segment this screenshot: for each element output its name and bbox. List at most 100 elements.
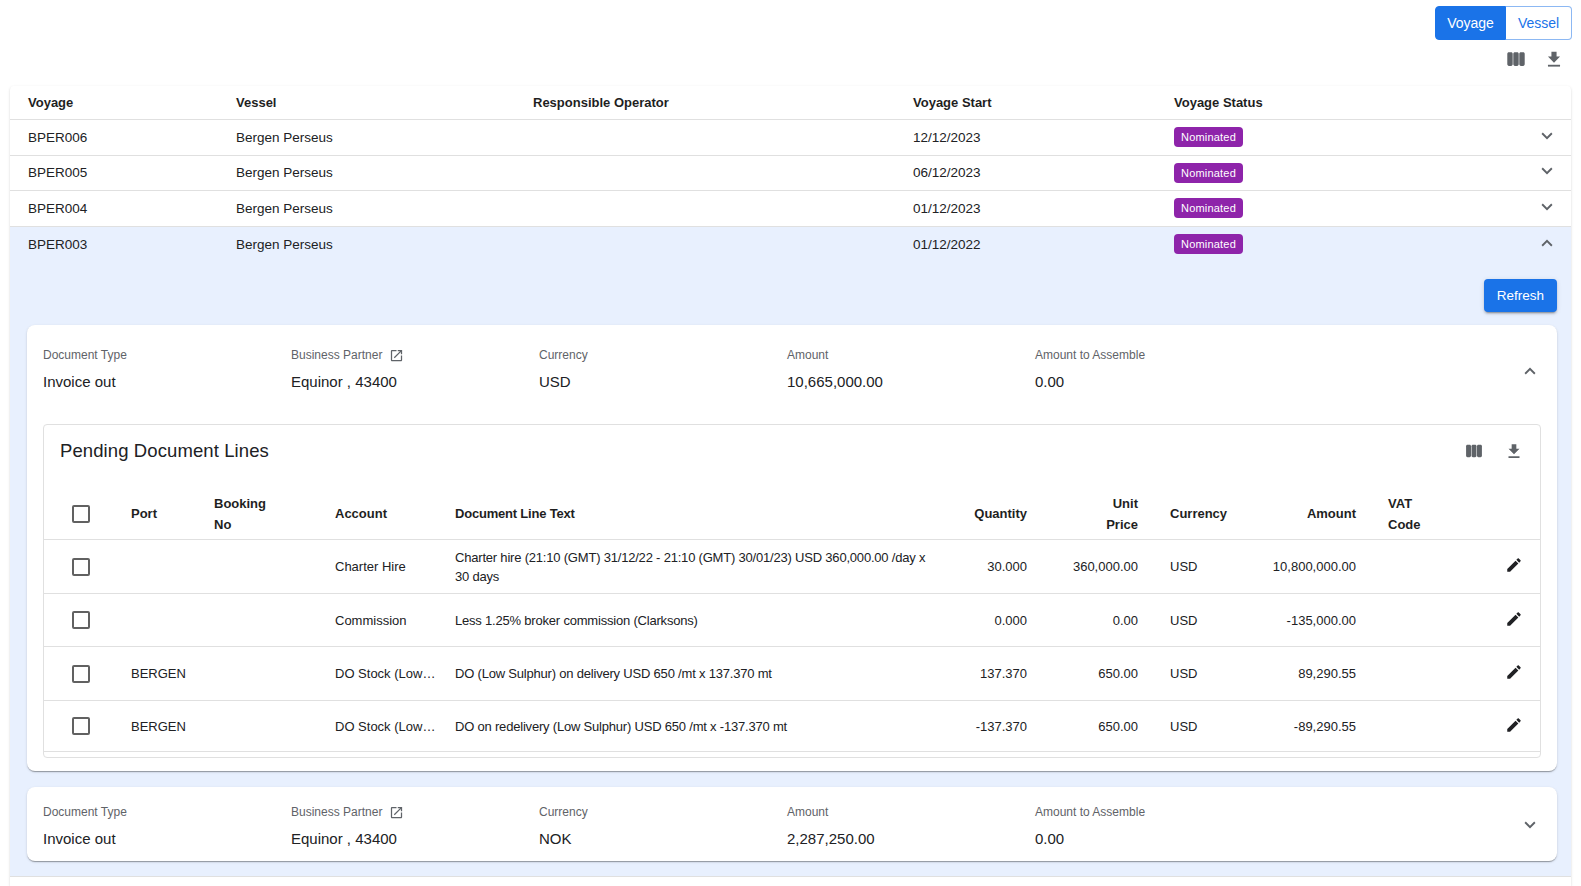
voyage-row-bper004[interactable]: BPER004 Bergen Perseus 01/12/2023 Nomina… (10, 191, 1571, 227)
line-text-cell: DO on redelivery (Low Sulphur) USD 650 /… (439, 717, 945, 736)
status-badge: Nominated (1174, 127, 1243, 147)
field-label: Document Type (43, 347, 291, 363)
field-currency: Currency USD (539, 347, 787, 392)
vessel-name: Bergen Perseus (218, 165, 515, 180)
business-partner-value: Equinor , 43400 (291, 828, 539, 849)
port-cell: BERGEN (115, 719, 198, 734)
edit-icon[interactable] (1505, 669, 1523, 684)
edit-icon[interactable] (1505, 562, 1523, 577)
voyage-row-bper005[interactable]: BPER005 Bergen Perseus 06/12/2023 Nomina… (10, 156, 1571, 192)
edit-icon[interactable] (1505, 722, 1523, 737)
expanded-voyage-detail: Refresh Document Type Invoice out Busine… (10, 262, 1571, 877)
field-label: Business Partner (291, 804, 539, 820)
document-card-nok: Document Type Invoice out Business Partn… (27, 787, 1557, 861)
voyage-start-date: 01/12/2022 (895, 237, 1156, 252)
voyage-code: BPER004 (10, 201, 218, 216)
voyage-code: BPER006 (10, 130, 218, 145)
column-header-port: Port (115, 503, 198, 524)
currency-cell: USD (1154, 719, 1247, 734)
field-amount: Amount 2,287,250.00 (787, 804, 1035, 849)
edit-icon[interactable] (1505, 616, 1523, 631)
unit-price-cell: 650.00 (1043, 719, 1154, 734)
row-checkbox[interactable] (72, 611, 90, 629)
port-cell: BERGEN (115, 666, 198, 681)
chevron-down-icon[interactable] (1536, 125, 1558, 150)
field-label: Document Type (43, 804, 291, 820)
column-header-responsible-operator: Responsible Operator (515, 95, 895, 110)
view-toggle: Voyage Vessel (1435, 6, 1572, 40)
account-cell: Commission (319, 613, 439, 628)
field-business-partner: Business Partner Equinor , 43400 (291, 347, 539, 392)
field-label: Amount (787, 804, 1035, 820)
view-columns-icon[interactable] (1462, 439, 1486, 463)
document-line-row: Charter Hire Charter hire (21:10 (GMT) 3… (44, 540, 1540, 594)
next-voyage-row-stub (10, 876, 1571, 886)
amount-value: 10,665,000.00 (787, 371, 1035, 392)
quantity-cell: 137.370 (945, 666, 1043, 681)
field-label: Business Partner (291, 347, 539, 363)
currency-value: NOK (539, 828, 787, 849)
toggle-voyage-button[interactable]: Voyage (1435, 6, 1506, 40)
chevron-down-icon[interactable] (1536, 196, 1558, 221)
field-business-partner: Business Partner Equinor , 43400 (291, 804, 539, 849)
business-partner-value: Equinor , 43400 (291, 371, 539, 392)
account-cell: Charter Hire (319, 559, 439, 574)
currency-value: USD (539, 371, 787, 392)
voyage-row-bper006[interactable]: BPER006 Bergen Perseus 12/12/2023 Nomina… (10, 120, 1571, 156)
open-in-new-icon[interactable] (389, 348, 404, 363)
field-amount-to-assemble: Amount to Assemble 0.00 (1035, 804, 1283, 849)
vessel-name: Bergen Perseus (218, 130, 515, 145)
voyage-code: BPER003 (10, 237, 218, 252)
refresh-button[interactable]: Refresh (1484, 279, 1557, 312)
column-header-voyage-start: Voyage Start (895, 95, 1156, 110)
account-cell: DO Stock (Low… (319, 719, 439, 734)
currency-cell: USD (1154, 613, 1247, 628)
status-badge: Nominated (1174, 163, 1243, 183)
voyage-start-date: 01/12/2023 (895, 201, 1156, 216)
unit-price-cell: 0.00 (1043, 613, 1154, 628)
quantity-cell: -137.370 (945, 719, 1043, 734)
view-columns-icon[interactable] (1504, 47, 1528, 71)
field-label: Amount to Assemble (1035, 804, 1283, 820)
column-header-voyage: Voyage (10, 95, 218, 110)
download-icon[interactable] (1502, 439, 1526, 463)
column-header-booking-no: Booking No (198, 493, 319, 535)
field-amount-to-assemble: Amount to Assemble 0.00 (1035, 347, 1283, 392)
open-in-new-icon[interactable] (389, 805, 404, 820)
row-checkbox[interactable] (72, 558, 90, 576)
chevron-down-icon[interactable] (1536, 160, 1558, 185)
lines-table-header: Port Booking No Account Document Line Te… (44, 477, 1540, 540)
chevron-down-icon[interactable] (1518, 813, 1542, 837)
document-line-row: Commission Less 1.25% broker commission … (44, 594, 1540, 647)
column-header-document-line-text: Document Line Text (439, 503, 945, 524)
field-label: Amount (787, 347, 1035, 363)
voyage-table-header: Voyage Vessel Responsible Operator Voyag… (10, 86, 1571, 120)
amount-cell: 89,290.55 (1247, 666, 1372, 681)
field-label: Currency (539, 804, 787, 820)
field-document-type: Document Type Invoice out (43, 804, 291, 849)
unit-price-cell: 650.00 (1043, 666, 1154, 681)
row-checkbox[interactable] (72, 717, 90, 735)
row-checkbox[interactable] (72, 665, 90, 683)
field-amount: Amount 10,665,000.00 (787, 347, 1035, 392)
document-line-row: BERGEN DO Stock (Low… DO (Low Sulphur) o… (44, 647, 1540, 701)
download-icon[interactable] (1542, 47, 1566, 71)
select-all-checkbox[interactable] (72, 505, 90, 523)
chevron-up-icon[interactable] (1536, 232, 1558, 257)
toggle-vessel-button[interactable]: Vessel (1506, 6, 1572, 40)
column-header-vessel: Vessel (218, 95, 515, 110)
account-cell: DO Stock (Low… (319, 666, 439, 681)
chevron-up-icon[interactable] (1518, 359, 1542, 383)
column-header-account: Account (319, 503, 439, 524)
column-header-amount: Amount (1247, 503, 1372, 524)
line-text-cell: DO (Low Sulphur) on delivery USD 650 /mt… (439, 664, 945, 683)
field-currency: Currency NOK (539, 804, 787, 849)
vessel-name: Bergen Perseus (218, 237, 515, 252)
document-type-value: Invoice out (43, 371, 291, 392)
pending-document-lines-panel: Pending Document Lines Port Booking No (43, 424, 1541, 758)
vessel-name: Bergen Perseus (218, 201, 515, 216)
document-card-usd: Document Type Invoice out Business Partn… (27, 325, 1557, 771)
voyage-start-date: 12/12/2023 (895, 130, 1156, 145)
voyage-row-bper003[interactable]: BPER003 Bergen Perseus 01/12/2022 Nomina… (10, 227, 1571, 262)
unit-price-cell: 360,000.00 (1043, 559, 1154, 574)
